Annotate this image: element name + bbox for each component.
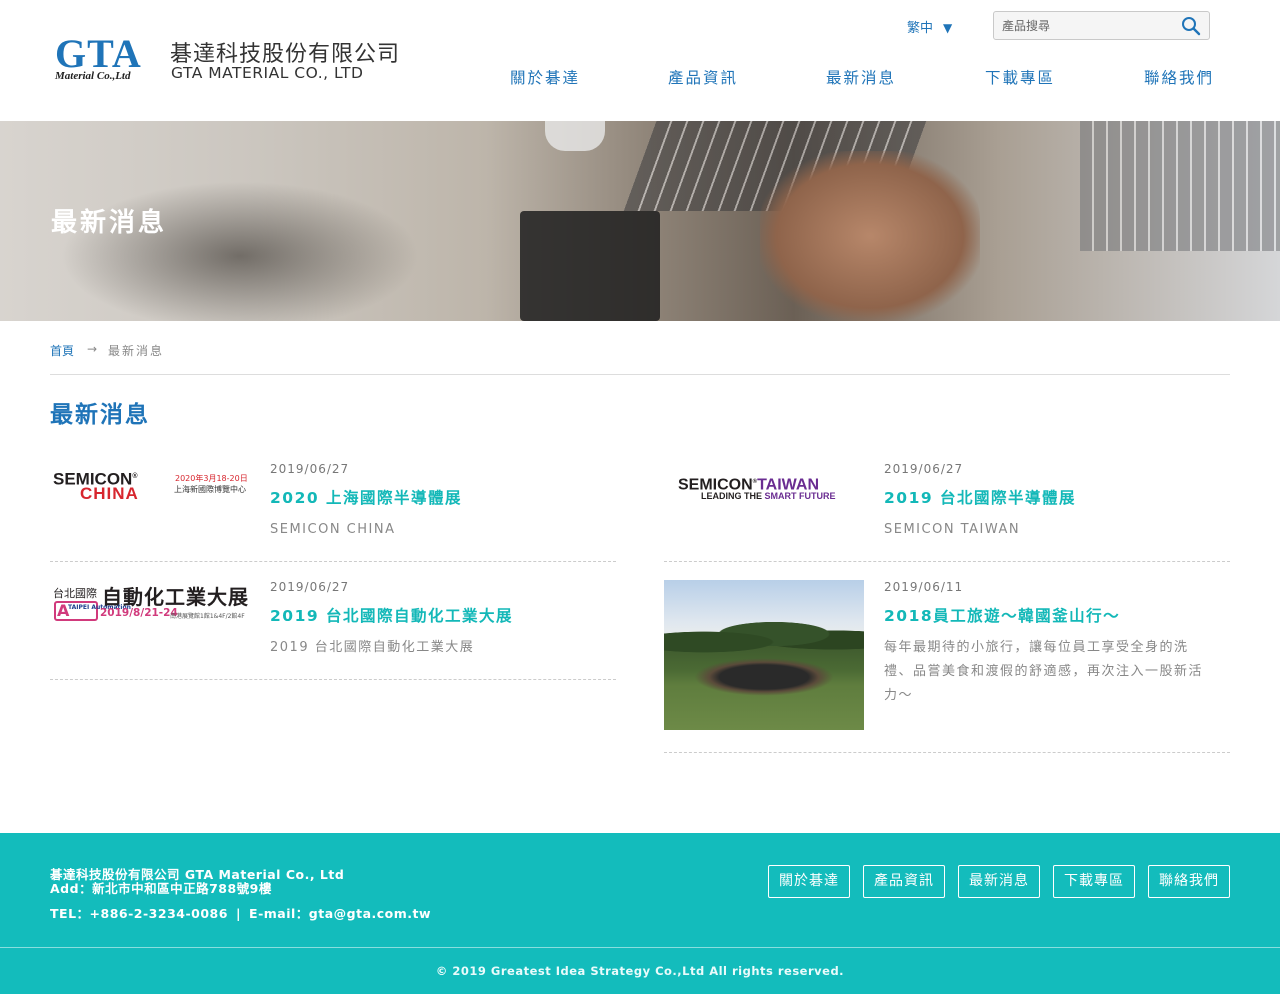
thumb-event-date: 2020年3月18-20日 — [175, 474, 248, 483]
footer-separator: | — [235, 906, 242, 921]
news-thumbnail[interactable]: SEMICON® CHINA 2020年3月18-20日 上海新國際博覽中心 — [50, 462, 250, 532]
nav-item-contact[interactable]: 聯絡我們 — [1144, 66, 1214, 88]
divider — [50, 374, 1230, 375]
page-banner: 最新消息 — [0, 121, 1280, 321]
company-logo[interactable]: GTA Material Co.,Ltd 碁達科技股份有限公司 GTA MATE… — [53, 31, 399, 86]
news-date: 2019/06/27 — [270, 580, 350, 594]
language-selector[interactable]: 繁中 ▼ — [907, 17, 952, 36]
footer-link-news[interactable]: 最新消息 — [958, 865, 1040, 898]
news-date: 2019/06/27 — [884, 462, 964, 476]
breadcrumb-current: 最新消息 — [108, 344, 165, 358]
news-description: SEMICON TAIWAN — [884, 522, 1021, 537]
footer-address: Add：新北市中和區中正路788號9樓 — [50, 881, 272, 896]
news-title-link[interactable]: 2020 上海國際半導體展 — [270, 486, 462, 508]
nav-item-downloads[interactable]: 下載專區 — [985, 66, 1055, 88]
automation-logo-icon: A TAIPEI Automation — [54, 601, 131, 621]
search-input[interactable] — [994, 12, 1174, 39]
footer-contact: TEL：+886-2-3234-0086 | E-mail：gta@gta.com.… — [50, 903, 431, 922]
breadcrumb-home-link[interactable]: 首頁 — [50, 342, 74, 359]
section-title: 最新消息 — [50, 402, 150, 428]
nav-item-about[interactable]: 關於碁達 — [510, 66, 580, 88]
news-title-link[interactable]: 2018員工旅遊～韓國釜山行～ — [884, 604, 1120, 626]
news-title-link[interactable]: 2019 台北國際自動化工業大展 — [270, 604, 513, 626]
news-thumbnail[interactable]: SEMICON®TAIWAN LEADING THE SMART FUTURE — [664, 462, 864, 532]
main-nav: 關於碁達 產品資訊 最新消息 下載專區 聯絡我們 — [510, 66, 1212, 88]
news-title-link[interactable]: 2019 台北國際半導體展 — [884, 486, 1076, 508]
news-date: 2019/06/11 — [884, 580, 964, 594]
news-description: SEMICON CHINA — [270, 522, 396, 537]
news-item: SEMICON® CHINA 2020年3月18-20日 上海新國際博覽中心 2… — [50, 462, 616, 562]
news-thumbnail[interactable]: 台北國際 自動化工業大展 A TAIPEI Automation 2019/8/… — [50, 580, 250, 650]
nav-item-products[interactable]: 產品資訊 — [668, 66, 738, 88]
footer-email-link[interactable]: E-mail：gta@gta.com.tw — [249, 906, 431, 921]
news-divider — [664, 561, 1230, 562]
banner-decor — [760, 151, 980, 321]
thumb-event-venue: 上海新國際博覽中心 — [174, 485, 246, 494]
news-item: 台北國際 自動化工業大展 A TAIPEI Automation 2019/8/… — [50, 580, 616, 680]
news-item: 2019/06/11 2018員工旅遊～韓國釜山行～ 每年最期待的小旅行，讓每位… — [664, 580, 1230, 753]
news-description: 2019 台北國際自動化工業大展 — [270, 640, 475, 655]
thumb-event-venue: 南港展覽館1館1&4F/2館4F — [170, 613, 245, 620]
arrow-right-icon: → — [87, 342, 98, 356]
logo-sub-text: Material Co.,Ltd — [55, 70, 131, 82]
banner-decor — [545, 121, 605, 151]
copyright-text: © 2019 Greatest Idea Strategy Co.,Ltd Al… — [435, 964, 845, 978]
thumb-event-date: 2019/8/21-24 — [100, 607, 178, 619]
logo-mark: GTA Material Co.,Ltd — [53, 31, 161, 86]
footer-link-about[interactable]: 關於碁達 — [768, 865, 850, 898]
nav-item-news[interactable]: 最新消息 — [826, 66, 896, 88]
news-date: 2019/06/27 — [270, 462, 350, 476]
news-photo[interactable] — [664, 580, 864, 730]
banner-title: 最新消息 — [51, 208, 168, 238]
search-icon[interactable] — [1181, 16, 1201, 36]
photo-decor — [694, 658, 834, 696]
footer-tel: TEL：+886-2-3234-0086 — [50, 906, 228, 921]
photo-decor — [664, 618, 864, 658]
company-name-en: GTA MATERIAL CO., LTD — [171, 64, 364, 82]
news-divider — [50, 561, 616, 562]
news-divider — [664, 752, 1230, 753]
banner-decor — [1080, 121, 1280, 251]
site-header: GTA Material Co.,Ltd 碁達科技股份有限公司 GTA MATE… — [0, 0, 1280, 121]
product-search — [993, 11, 1210, 40]
footer-link-contact[interactable]: 聯絡我們 — [1148, 865, 1230, 898]
language-label: 繁中 — [907, 21, 934, 36]
banner-decor — [520, 211, 660, 321]
footer-link-products[interactable]: 產品資訊 — [863, 865, 945, 898]
thumb-tagline: LEADING THE SMART FUTURE — [701, 491, 836, 501]
site-footer: 碁達科技股份有限公司 GTA Material Co., Ltd Add：新北市… — [0, 833, 1280, 994]
thumb-china-text: CHINA — [80, 484, 139, 503]
news-description: 每年最期待的小旅行，讓每位員工享受全身的洗禮、品嘗美食和渡假的舒適感，再次注入一… — [884, 640, 1204, 703]
footer-link-downloads[interactable]: 下載專區 — [1053, 865, 1135, 898]
news-item: SEMICON®TAIWAN LEADING THE SMART FUTURE … — [664, 462, 1230, 562]
thumb-small-text: 台北國際 — [53, 587, 97, 600]
footer-divider — [0, 947, 1280, 948]
news-divider — [50, 679, 616, 680]
triangle-down-icon: ▼ — [943, 21, 953, 35]
logo-gta-text: GTA — [55, 31, 142, 76]
